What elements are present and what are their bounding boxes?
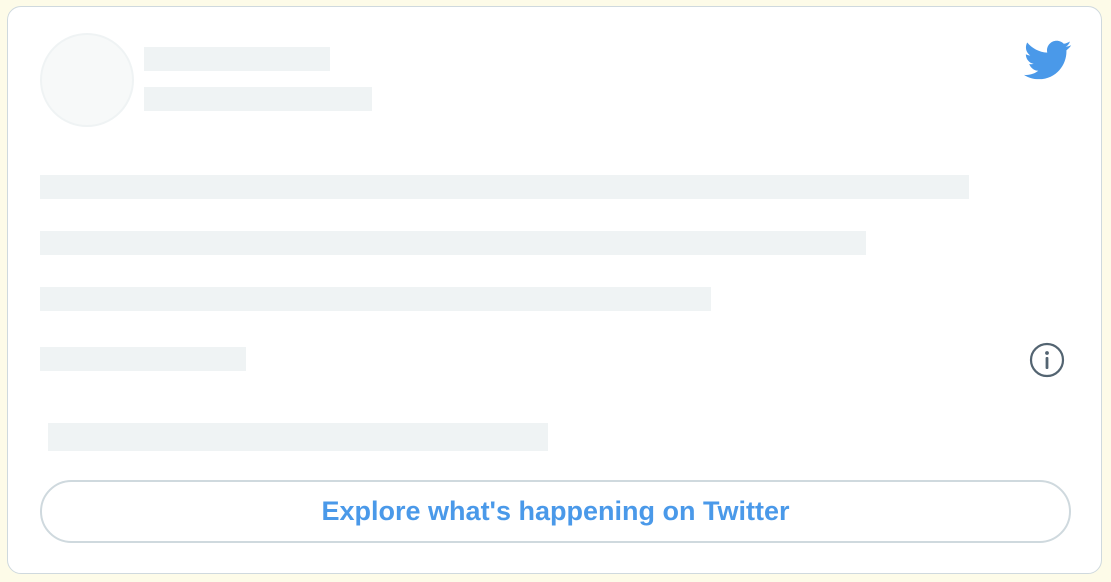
- tweet-embed-card: Explore what's happening on Twitter: [7, 6, 1102, 574]
- engagement-placeholder: [48, 423, 548, 451]
- author-name-placeholder: [144, 47, 330, 71]
- tweet-timestamp-placeholder: [40, 347, 246, 371]
- twitter-bird-icon[interactable]: [1022, 39, 1072, 81]
- avatar-placeholder: [40, 33, 134, 127]
- info-icon[interactable]: [1029, 342, 1065, 378]
- explore-twitter-button[interactable]: Explore what's happening on Twitter: [40, 480, 1071, 543]
- tweet-text-line-2-placeholder: [40, 231, 866, 255]
- author-handle-placeholder: [144, 87, 372, 111]
- tweet-text-line-1-placeholder: [40, 175, 969, 199]
- tweet-text-line-3-placeholder: [40, 287, 711, 311]
